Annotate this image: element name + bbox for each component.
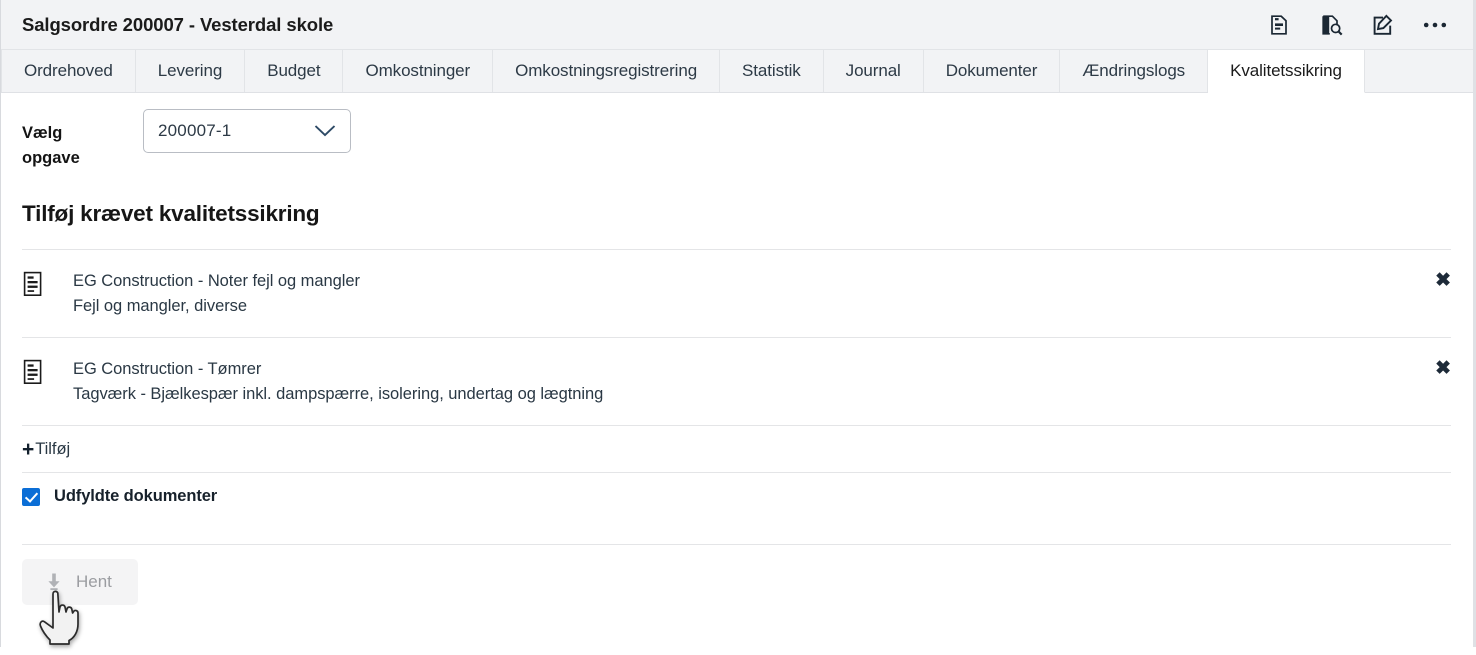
page-title: Salgsordre 200007 - Vesterdal skole [22, 14, 333, 36]
remove-icon[interactable]: ✖ [1435, 357, 1451, 379]
tab-omkostninger[interactable]: Omkostninger [343, 50, 493, 92]
title-bar: Salgsordre 200007 - Vesterdal skole [1, 0, 1473, 50]
add-button[interactable]: + Tilføj [1, 426, 70, 472]
chevron-down-icon [314, 125, 336, 138]
download-button-row: Hent [1, 545, 1473, 605]
task-selector-label: Vælg opgave [22, 109, 122, 171]
section-heading: Tilføj krævet kvalitetssikring [22, 201, 1473, 227]
download-button[interactable]: Hent [22, 559, 138, 605]
tab-bar-filler [1365, 50, 1473, 92]
list-item-text: EG Construction - Tømrer Tagværk - Bjælk… [73, 357, 603, 407]
document-icon [22, 359, 44, 385]
document-search-icon[interactable] [1319, 13, 1343, 37]
more-options-icon[interactable] [1423, 13, 1447, 37]
tab-ordrehoved[interactable]: Ordrehoved [1, 50, 136, 92]
task-selector-row: Vælg opgave 200007-1 [1, 93, 1473, 171]
divider [22, 425, 1451, 426]
list-item-text: EG Construction - Noter fejl og mangler … [73, 269, 360, 319]
task-select[interactable]: 200007-1 [143, 109, 351, 153]
tab-budget[interactable]: Budget [245, 50, 343, 92]
filled-documents-checkbox-row[interactable]: Udfyldte dokumenter [1, 473, 217, 506]
kvalitetssikring-panel: Vælg opgave 200007-1 Tilføj krævet kvali… [1, 93, 1473, 646]
edit-icon[interactable] [1371, 13, 1395, 37]
list-item-title: EG Construction - Tømrer [73, 357, 603, 382]
plus-icon: + [22, 442, 34, 458]
list-item-title: EG Construction - Noter fejl og mangler [73, 269, 360, 294]
list-item-subtitle: Tagværk - Bjælkespær inkl. dampspærre, i… [73, 382, 603, 407]
document-save-icon[interactable] [1267, 13, 1291, 37]
application-window: Salgsordre 200007 - Vesterdal skole [0, 0, 1476, 647]
task-select-value: 200007-1 [158, 121, 231, 141]
task-selector-label-line1: Vælg [22, 121, 122, 146]
tab-levering[interactable]: Levering [136, 50, 245, 92]
divider [22, 472, 1451, 473]
list-item-subtitle: Fejl og mangler, diverse [73, 294, 360, 319]
tab-kvalitetssikring[interactable]: Kvalitetssikring [1208, 50, 1365, 93]
list-item[interactable]: EG Construction - Noter fejl og mangler … [1, 250, 1473, 337]
task-selector-label-line2: opgave [22, 146, 122, 171]
list-item[interactable]: EG Construction - Tømrer Tagværk - Bjælk… [1, 338, 1473, 425]
add-button-label: Tilføj [35, 440, 70, 459]
tab-aendringslogs[interactable]: Ændringslogs [1060, 50, 1208, 92]
download-button-label: Hent [76, 572, 112, 592]
tab-statistik[interactable]: Statistik [720, 50, 824, 92]
filled-documents-checkbox[interactable] [22, 488, 40, 506]
title-bar-actions [1267, 13, 1447, 37]
tab-omkostningsregistrering[interactable]: Omkostningsregistrering [493, 50, 720, 92]
document-icon [22, 271, 44, 297]
tab-journal[interactable]: Journal [824, 50, 924, 92]
tab-bar: Ordrehoved Levering Budget Omkostninger … [1, 50, 1473, 93]
remove-icon[interactable]: ✖ [1435, 269, 1451, 291]
filled-documents-label: Udfyldte dokumenter [54, 487, 217, 506]
tab-dokumenter[interactable]: Dokumenter [924, 50, 1061, 92]
download-icon [44, 572, 64, 592]
